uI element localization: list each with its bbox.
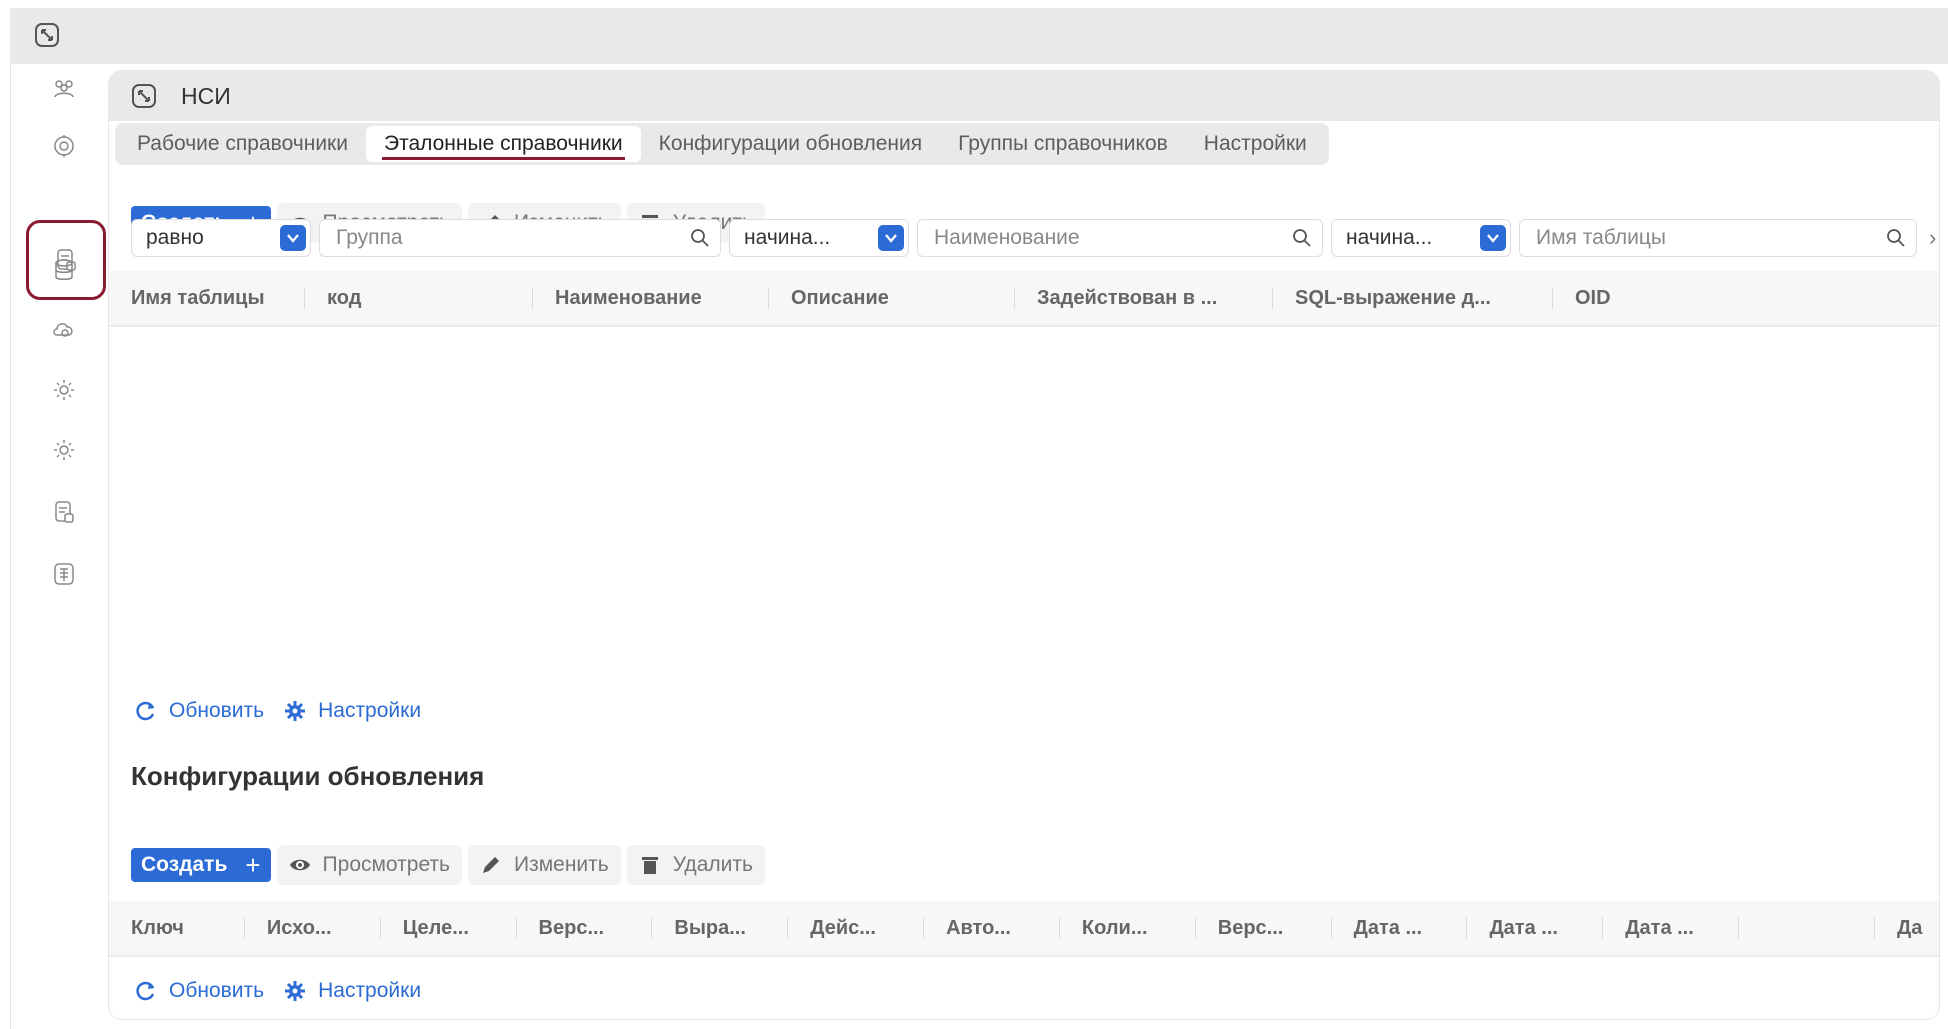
cloud-gear-icon (53, 323, 73, 337)
delete-button[interactable]: Удалить (626, 845, 765, 885)
name-filter-input[interactable]: Наименование (917, 219, 1323, 257)
sidebar-item-database[interactable] (36, 242, 92, 298)
sidebar-item-cloud-settings[interactable] (36, 302, 92, 358)
expand-icon[interactable] (131, 83, 157, 115)
tab-reference-books[interactable]: Эталонные справочники (365, 126, 641, 162)
column-header[interactable]: код (305, 271, 533, 325)
chevron-down-icon (878, 225, 904, 251)
column-header[interactable]: Имя таблицы (109, 271, 305, 325)
column-header[interactable]: Дейс... (788, 901, 924, 955)
settings-icon (54, 380, 74, 400)
table-name-filter-input[interactable]: Имя таблицы (1519, 219, 1917, 257)
search-icon (691, 229, 709, 247)
sidebar-item-badge[interactable] (36, 118, 92, 174)
edit-button[interactable]: Изменить (468, 845, 621, 885)
database-icon (55, 259, 73, 280)
update-configs-table-header: Ключ Исхо... Целе... Верс... Выра... Дей… (109, 901, 1939, 957)
operator-select-name[interactable]: начина... (729, 219, 909, 257)
chevron-down-icon (280, 225, 306, 251)
gear-icon (285, 981, 306, 1001)
main-panel: НСИ Рабочие справочники Эталонные справо… (108, 70, 1940, 1020)
refresh-button[interactable]: Обновить (135, 979, 264, 1003)
create-button[interactable]: Создать+ (131, 848, 271, 882)
column-header[interactable]: SQL-выражение д... (1273, 271, 1553, 325)
column-header[interactable]: Дата ... (1332, 901, 1468, 955)
group-filter-input[interactable]: Группа (319, 219, 721, 257)
operator-select-table[interactable]: начина... (1331, 219, 1511, 257)
chevron-down-icon (1480, 225, 1506, 251)
tab-update-configs[interactable]: Конфигурации обновления (641, 126, 940, 162)
trash-icon (641, 857, 658, 874)
table-actions: Обновить Настройки (135, 699, 441, 723)
tab-working-books[interactable]: Рабочие справочники (119, 126, 366, 162)
column-header[interactable]: Верс... (517, 901, 653, 955)
column-header[interactable]: Авто... (924, 901, 1060, 955)
refresh-icon (136, 981, 155, 1001)
column-header[interactable]: Верс... (1196, 901, 1332, 955)
sidebar-item-documents[interactable] (36, 546, 92, 602)
sidebar-item-users[interactable] (36, 60, 92, 116)
column-header[interactable]: Исхо... (245, 901, 381, 955)
expand-icon[interactable] (34, 22, 60, 54)
refresh-icon (136, 701, 155, 721)
app-top-bar (10, 8, 1948, 64)
column-header[interactable]: OID (1553, 271, 1913, 325)
table-settings-button[interactable]: Настройки (284, 979, 421, 1003)
view-button[interactable]: Просмотреть (276, 845, 462, 885)
column-header[interactable]: Задействован в ... (1015, 271, 1273, 325)
sidebar-item-settings[interactable] (36, 362, 92, 418)
column-header[interactable]: Дата ... (1467, 901, 1604, 955)
eye-icon (289, 859, 310, 871)
users-icon (54, 80, 74, 98)
chevron-right-icon[interactable]: › (1929, 225, 1936, 251)
section-title-update-configs: Конфигурации обновления (131, 761, 485, 791)
toolbar-update-configs: Создать + Просмотреть Изменить Удалить (131, 845, 765, 885)
tab-book-groups[interactable]: Группы справочников (940, 126, 1186, 162)
tab-settings[interactable]: Настройки (1186, 126, 1325, 162)
column-header[interactable]: Выра... (652, 901, 789, 955)
filter-bar: равно Группа начина... Наименование начи… (131, 219, 1936, 257)
plus-icon: + (245, 849, 261, 880)
pencil-icon (483, 857, 499, 873)
sidebar (10, 64, 106, 1029)
column-header[interactable]: Описание (769, 271, 1015, 325)
reference-table-header: Имя таблицы код Наименование Описание За… (109, 271, 1939, 327)
column-header[interactable]: Коли... (1060, 901, 1196, 955)
table-settings-button[interactable]: Настройки (284, 699, 421, 723)
reference-book-alt-icon (55, 501, 74, 523)
panel-header: НСИ (109, 71, 1939, 121)
column-header[interactable] (1739, 901, 1875, 955)
column-header[interactable]: Наименование (533, 271, 769, 325)
operator-select-group[interactable]: равно (131, 219, 311, 257)
document-table-icon (54, 563, 74, 585)
sidebar-item-reference-books-alt[interactable] (36, 484, 92, 540)
tab-bar: Рабочие справочники Эталонные справочник… (115, 123, 1329, 165)
settings-alt-icon (54, 440, 74, 460)
search-icon (1293, 229, 1311, 247)
page-title: НСИ (181, 83, 231, 109)
column-header[interactable]: Целе... (381, 901, 517, 955)
refresh-button[interactable]: Обновить (135, 699, 264, 723)
sidebar-item-settings-alt[interactable] (36, 422, 92, 478)
column-header[interactable]: Да (1875, 901, 1939, 955)
search-icon (1887, 229, 1905, 247)
column-header[interactable]: Ключ (109, 901, 245, 955)
gear-icon (285, 701, 306, 721)
table-actions-update-configs: Обновить Настройки (135, 979, 441, 1003)
badge-icon (54, 135, 74, 157)
column-header[interactable]: Дата ... (1603, 901, 1739, 955)
